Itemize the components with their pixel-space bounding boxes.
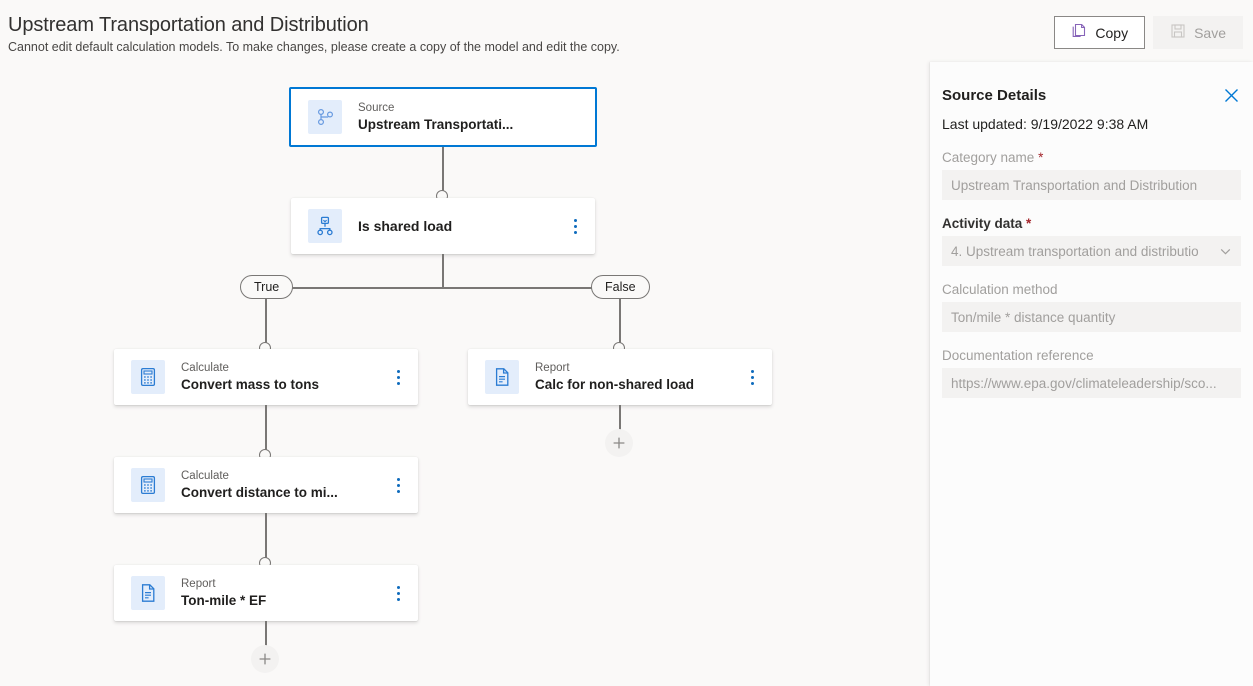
flow-node-type: Report [535, 361, 570, 374]
add-step-button-false-branch[interactable] [605, 429, 633, 457]
connector-report2-add [265, 621, 267, 647]
flow-node-title: Calc for non-shared load [535, 376, 695, 392]
save-disk-icon [1170, 23, 1186, 42]
branch-source-icon [308, 100, 342, 134]
document-report-icon [485, 360, 519, 394]
panel-header: Source Details [942, 86, 1241, 106]
flow-node-title: Ton-mile * EF [181, 592, 267, 608]
flow-node-title: Convert distance to mi... [181, 484, 338, 500]
save-button[interactable]: Save [1153, 16, 1243, 49]
field-value: 4. Upstream transportation and distribut… [951, 243, 1199, 259]
menu-dot [396, 381, 400, 385]
copy-icon [1071, 23, 1087, 42]
field-category-name: Category name * Upstream Transportation … [942, 149, 1241, 200]
menu-dot [396, 489, 400, 493]
close-icon[interactable] [1221, 85, 1241, 105]
field-label-text: Activity data [942, 216, 1023, 231]
flow-node-title: Convert mass to tons [181, 376, 320, 392]
copy-button[interactable]: Copy [1054, 16, 1146, 49]
connector-calc1-calc2 [265, 405, 267, 455]
menu-dot [396, 477, 400, 481]
activity-data-dropdown[interactable]: 4. Upstream transportation and distribut… [942, 236, 1241, 266]
header-actions: Copy Save [1054, 16, 1243, 49]
connector-calc2-report2 [265, 513, 267, 563]
category-name-input[interactable]: Upstream Transportation and Distribution [942, 170, 1241, 200]
last-updated-text: Last updated: 9/19/2022 9:38 AM [942, 116, 1149, 132]
required-asterisk: * [1022, 216, 1032, 231]
field-calculation-method: Calculation method Ton/mile * distance q… [942, 281, 1241, 332]
flow-node-text: Source Upstream Transportati... [358, 101, 595, 134]
flow-node-title: Is shared load [358, 218, 453, 234]
flow-node-text: Calculate Convert distance to mi... [181, 469, 384, 502]
flow-node-menu-button[interactable] [561, 198, 589, 254]
field-value: https://www.epa.gov/climateleadership/sc… [951, 375, 1217, 391]
connector-branch-bar [266, 287, 618, 289]
menu-dot [396, 591, 400, 595]
decision-branch-icon [308, 209, 342, 243]
flow-node-menu-button[interactable] [384, 457, 412, 513]
flow-node-menu-button[interactable] [384, 349, 412, 405]
field-value: Ton/mile * distance quantity [951, 309, 1116, 325]
field-label: Documentation reference [942, 348, 1094, 363]
flow-node-condition[interactable]: Is shared load [291, 198, 595, 254]
save-button-label: Save [1194, 24, 1226, 41]
field-value: Upstream Transportation and Distribution [951, 177, 1198, 193]
flow-node-text: Is shared load [358, 217, 561, 235]
flow-node-menu-button[interactable] [738, 349, 766, 405]
menu-dot [396, 597, 400, 601]
flow-node-convert-mass-to-tons[interactable]: Calculate Convert mass to tons [114, 349, 418, 405]
menu-dot [396, 585, 400, 589]
flow-node-ton-mile-ef[interactable]: Report Ton-mile * EF [114, 565, 418, 621]
flow-node-source[interactable]: Source Upstream Transportati... [289, 87, 597, 147]
field-label: Category name * [942, 149, 1241, 167]
page-title: Upstream Transportation and Distribution [8, 14, 369, 36]
branch-label-false: False [591, 275, 650, 299]
panel-title: Source Details [942, 87, 1047, 104]
required-asterisk: * [1034, 150, 1044, 165]
menu-dot [750, 381, 754, 385]
plus-icon [259, 653, 271, 665]
field-documentation-reference: Documentation reference https://www.epa.… [942, 347, 1241, 398]
flow-node-calc-for-non-shared-load[interactable]: Report Calc for non-shared load [468, 349, 772, 405]
document-report-icon [131, 576, 165, 610]
field-label-text: Category name [942, 150, 1035, 165]
flow-node-type: Report [181, 577, 216, 590]
branch-label-true: True [240, 275, 294, 299]
flow-canvas[interactable]: Source Upstream Transportati... Is share… [0, 62, 930, 686]
flow-node-type: Calculate [181, 469, 229, 482]
documentation-reference-input[interactable]: https://www.epa.gov/climateleadership/sc… [942, 368, 1241, 398]
calculation-method-input[interactable]: Ton/mile * distance quantity [942, 302, 1241, 332]
calculator-icon [131, 360, 165, 394]
chevron-down-icon [1219, 245, 1232, 258]
field-activity-data: Activity data * 4. Upstream transportati… [942, 215, 1241, 266]
plus-icon [613, 437, 625, 449]
flow-node-text: Report Ton-mile * EF [181, 577, 384, 610]
source-details-panel: Source Details Last updated: 9/19/2022 9… [930, 62, 1253, 686]
calculator-icon [131, 468, 165, 502]
menu-dot [750, 369, 754, 373]
field-label: Calculation method [942, 282, 1058, 297]
menu-dot [396, 375, 400, 379]
flow-node-menu-button[interactable] [384, 565, 412, 621]
flow-node-text: Report Calc for non-shared load [535, 361, 738, 394]
calculation-model-editor: Upstream Transportation and Distribution… [0, 0, 1253, 686]
page-subtitle: Cannot edit default calculation models. … [8, 40, 620, 54]
field-label: Activity data * [942, 215, 1241, 233]
flow-node-type: Calculate [181, 361, 229, 374]
copy-button-label: Copy [1095, 24, 1129, 41]
flow-node-text: Calculate Convert mass to tons [181, 361, 384, 394]
menu-dot [573, 218, 577, 222]
menu-dot [750, 375, 754, 379]
flow-node-convert-distance-to-miles[interactable]: Calculate Convert distance to mi... [114, 457, 418, 513]
flow-node-title: Upstream Transportati... [358, 116, 514, 132]
page-header: Upstream Transportation and Distribution… [0, 0, 1253, 62]
flow-node-type: Source [358, 101, 395, 114]
connector-condition-out [442, 254, 444, 288]
menu-dot [396, 369, 400, 373]
menu-dot [396, 483, 400, 487]
connector-report1-add [619, 405, 621, 430]
menu-dot [573, 224, 577, 228]
menu-dot [573, 230, 577, 234]
add-step-button-true-branch[interactable] [251, 645, 279, 673]
